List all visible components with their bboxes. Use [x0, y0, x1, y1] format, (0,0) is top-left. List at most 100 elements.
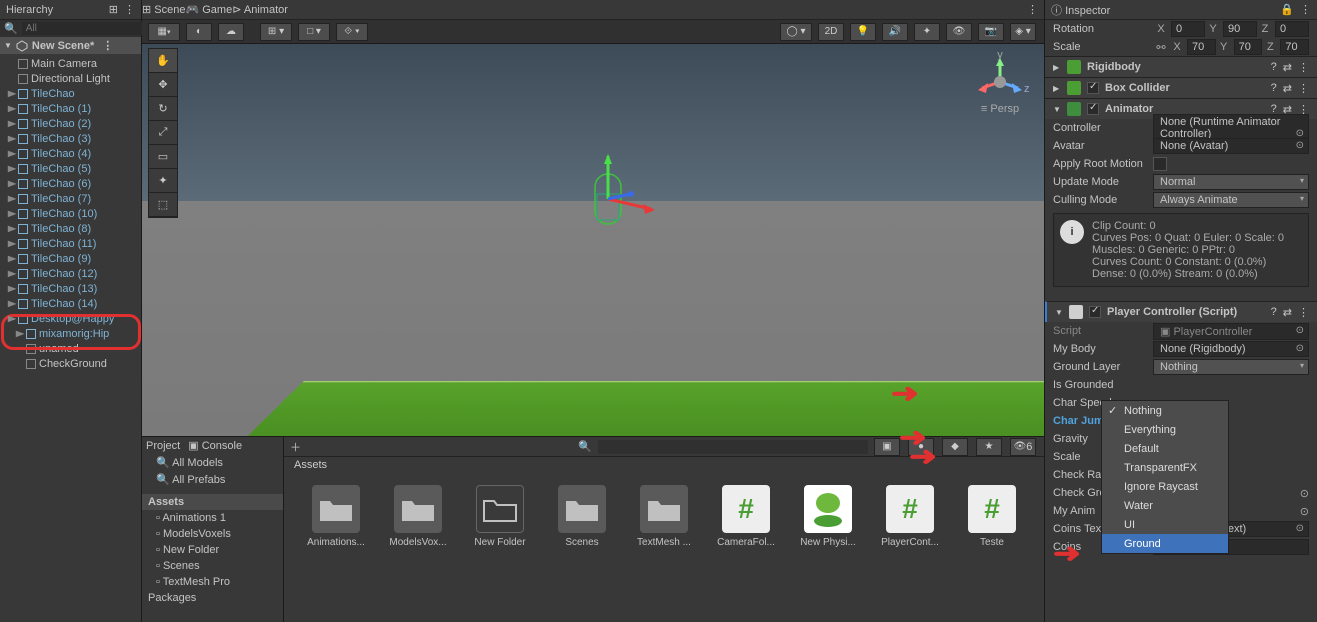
shading-button[interactable]: ◐ [186, 23, 212, 41]
project-search-input[interactable] [598, 440, 868, 454]
camera-settings-button[interactable]: 📷 [978, 23, 1004, 41]
asset-item[interactable]: #PlayerCont... [878, 485, 942, 548]
culling-mode-dropdown[interactable]: Always Animate [1153, 192, 1309, 208]
tab-menu-icon[interactable]: ⋮ [1021, 3, 1044, 16]
asset-item[interactable]: Scenes [550, 485, 614, 548]
scene-header[interactable]: ▼ New Scene* ⋮ [0, 37, 141, 54]
project-breadcrumb[interactable]: Assets [284, 457, 1044, 473]
rotation-x-field[interactable]: 0 [1171, 21, 1205, 37]
hierarchy-menu-icon[interactable]: ⋮ [124, 3, 135, 16]
tab-project[interactable]: Project [146, 440, 180, 452]
draw-mode-button[interactable]: ▦ ▾ [148, 23, 180, 41]
tab-scene[interactable]: ⊞ Scene [142, 3, 185, 16]
tab-animator[interactable]: ⊳ Animator [232, 3, 288, 16]
root-motion-checkbox[interactable] [1153, 157, 1167, 171]
lighting-button[interactable]: 💡 [850, 23, 876, 41]
hierarchy-item[interactable]: Main Camera [0, 56, 141, 71]
hierarchy-search-input[interactable] [22, 22, 162, 35]
hierarchy-add-icon[interactable]: ⊞ [109, 3, 118, 16]
rect-tool[interactable]: ▭ [149, 145, 177, 169]
object-picker-icon[interactable]: ⊙ [1300, 487, 1309, 500]
inspector-menu-icon[interactable]: ⋮ [1300, 3, 1311, 16]
camera-button[interactable]: ◯ ▾ [780, 23, 812, 41]
tab-game[interactable]: 🎮 Game [185, 3, 232, 16]
menu-icon[interactable]: ⋮ [1298, 306, 1309, 319]
hierarchy-item[interactable]: ▶Desktop@Happy [0, 311, 141, 326]
hierarchy-item[interactable]: ▶TileChao [0, 86, 141, 101]
scale-x-field[interactable]: 70 [1187, 39, 1216, 55]
fav-all-models[interactable]: 🔍 All Models [142, 454, 283, 471]
asset-item[interactable]: ModelsVox... [386, 485, 450, 548]
inspector-lock-icon[interactable]: 🔒 [1280, 3, 1294, 16]
layer-option[interactable]: Water [1102, 496, 1228, 515]
gizmo-settings-button[interactable]: ◈ ▾ [1010, 23, 1036, 41]
scene-viewport[interactable]: ✋ ✥ ↻ ⤢ ▭ ✦ ⬚ [142, 44, 1044, 436]
hierarchy-item[interactable]: ▶TileChao (11) [0, 236, 141, 251]
asset-item[interactable]: Animations... [304, 485, 368, 548]
layer-option[interactable]: Ignore Raycast [1102, 477, 1228, 496]
orientation-gizmo[interactable]: y z ≡ Persp [970, 52, 1030, 112]
rotation-z-field[interactable]: 0 [1275, 21, 1309, 37]
asset-item[interactable]: #Teste [960, 485, 1024, 548]
hierarchy-item[interactable]: ▶TileChao (6) [0, 176, 141, 191]
custom-tool[interactable]: ⬚ [149, 193, 177, 217]
hierarchy-item[interactable]: unamed [0, 341, 141, 356]
hidden-button[interactable]: 👁 [946, 23, 972, 41]
scale-y-field[interactable]: 70 [1234, 39, 1263, 55]
project-folder[interactable]: ▫ New Folder [142, 542, 283, 558]
help-icon[interactable]: ? [1271, 61, 1277, 73]
asset-item[interactable]: New Physi... [796, 485, 860, 548]
project-folder[interactable]: ▫ Animations 1 [142, 510, 283, 526]
preset-icon[interactable]: ⇄ [1283, 82, 1292, 95]
help-icon[interactable]: ? [1271, 306, 1277, 318]
hierarchy-item[interactable]: ▶TileChao (12) [0, 266, 141, 281]
hierarchy-item[interactable]: ▶TileChao (14) [0, 296, 141, 311]
hierarchy-item[interactable]: ▶TileChao (8) [0, 221, 141, 236]
rigidbody-header[interactable]: ▶ Rigidbody ?⇄⋮ [1045, 56, 1317, 77]
asset-item[interactable]: New Folder [468, 485, 532, 548]
object-picker-icon[interactable]: ⊙ [1300, 505, 1309, 518]
rotation-y-field[interactable]: 90 [1223, 21, 1257, 37]
asset-item[interactable]: #CameraFol... [714, 485, 778, 548]
layer-option[interactable]: Default [1102, 439, 1228, 458]
hierarchy-item[interactable]: ▶mixamorig:Hip [0, 326, 141, 341]
update-mode-dropdown[interactable]: Normal [1153, 174, 1309, 190]
asset-item[interactable]: TextMesh ... [632, 485, 696, 548]
hierarchy-item[interactable]: ▶TileChao (1) [0, 101, 141, 116]
script-enable-checkbox[interactable] [1089, 306, 1101, 318]
assets-root[interactable]: Assets [142, 494, 283, 510]
packages-root[interactable]: Packages [142, 590, 283, 606]
hierarchy-item[interactable]: ▶TileChao (3) [0, 131, 141, 146]
pivot-button[interactable]: ⟐ ▾ [336, 23, 368, 41]
project-filter-button[interactable]: ▣ [874, 438, 900, 456]
fx-button[interactable]: ✦ [914, 23, 940, 41]
boxcollider-header[interactable]: ▶ Box Collider ?⇄⋮ [1045, 77, 1317, 98]
project-hidden-button[interactable]: 👁6 [1010, 438, 1036, 456]
rotate-tool[interactable]: ↻ [149, 97, 177, 121]
scale-z-field[interactable]: 70 [1280, 39, 1309, 55]
hierarchy-item[interactable]: Directional Light [0, 71, 141, 86]
ground-layer-dropdown[interactable]: Nothing [1153, 359, 1309, 375]
preset-icon[interactable]: ⇄ [1283, 61, 1292, 74]
fav-all-prefabs[interactable]: 🔍 All Prefabs [142, 471, 283, 488]
inspector-tab[interactable]: ⓘ Inspector [1051, 2, 1110, 18]
move-tool[interactable]: ✥ [149, 73, 177, 97]
hierarchy-item[interactable]: ▶TileChao (7) [0, 191, 141, 206]
hierarchy-tab[interactable]: Hierarchy ⊞ ⋮ [0, 0, 141, 20]
playercontroller-header[interactable]: ▼ Player Controller (Script) ?⇄⋮ [1045, 301, 1317, 322]
hierarchy-item[interactable]: ▶TileChao (4) [0, 146, 141, 161]
hierarchy-item[interactable]: ▶TileChao (10) [0, 206, 141, 221]
project-add-icon[interactable]: ＋ [290, 439, 301, 455]
menu-icon[interactable]: ⋮ [1298, 82, 1309, 95]
hierarchy-item[interactable]: CheckGround [0, 356, 141, 371]
hierarchy-item[interactable]: ▶TileChao (5) [0, 161, 141, 176]
mode-2d-button[interactable]: 2D [818, 23, 844, 41]
audio-button[interactable]: 🔊 [882, 23, 908, 41]
animator-enable-checkbox[interactable] [1087, 103, 1099, 115]
project-folder[interactable]: ▫ Scenes [142, 558, 283, 574]
layer-option[interactable]: TransparentFX [1102, 458, 1228, 477]
help-icon[interactable]: ? [1271, 82, 1277, 94]
constrain-icon[interactable]: ⚯ [1153, 41, 1169, 54]
project-type-button[interactable]: ● [908, 438, 934, 456]
grid-snap-button[interactable]: ⊞ ▾ [260, 23, 292, 41]
